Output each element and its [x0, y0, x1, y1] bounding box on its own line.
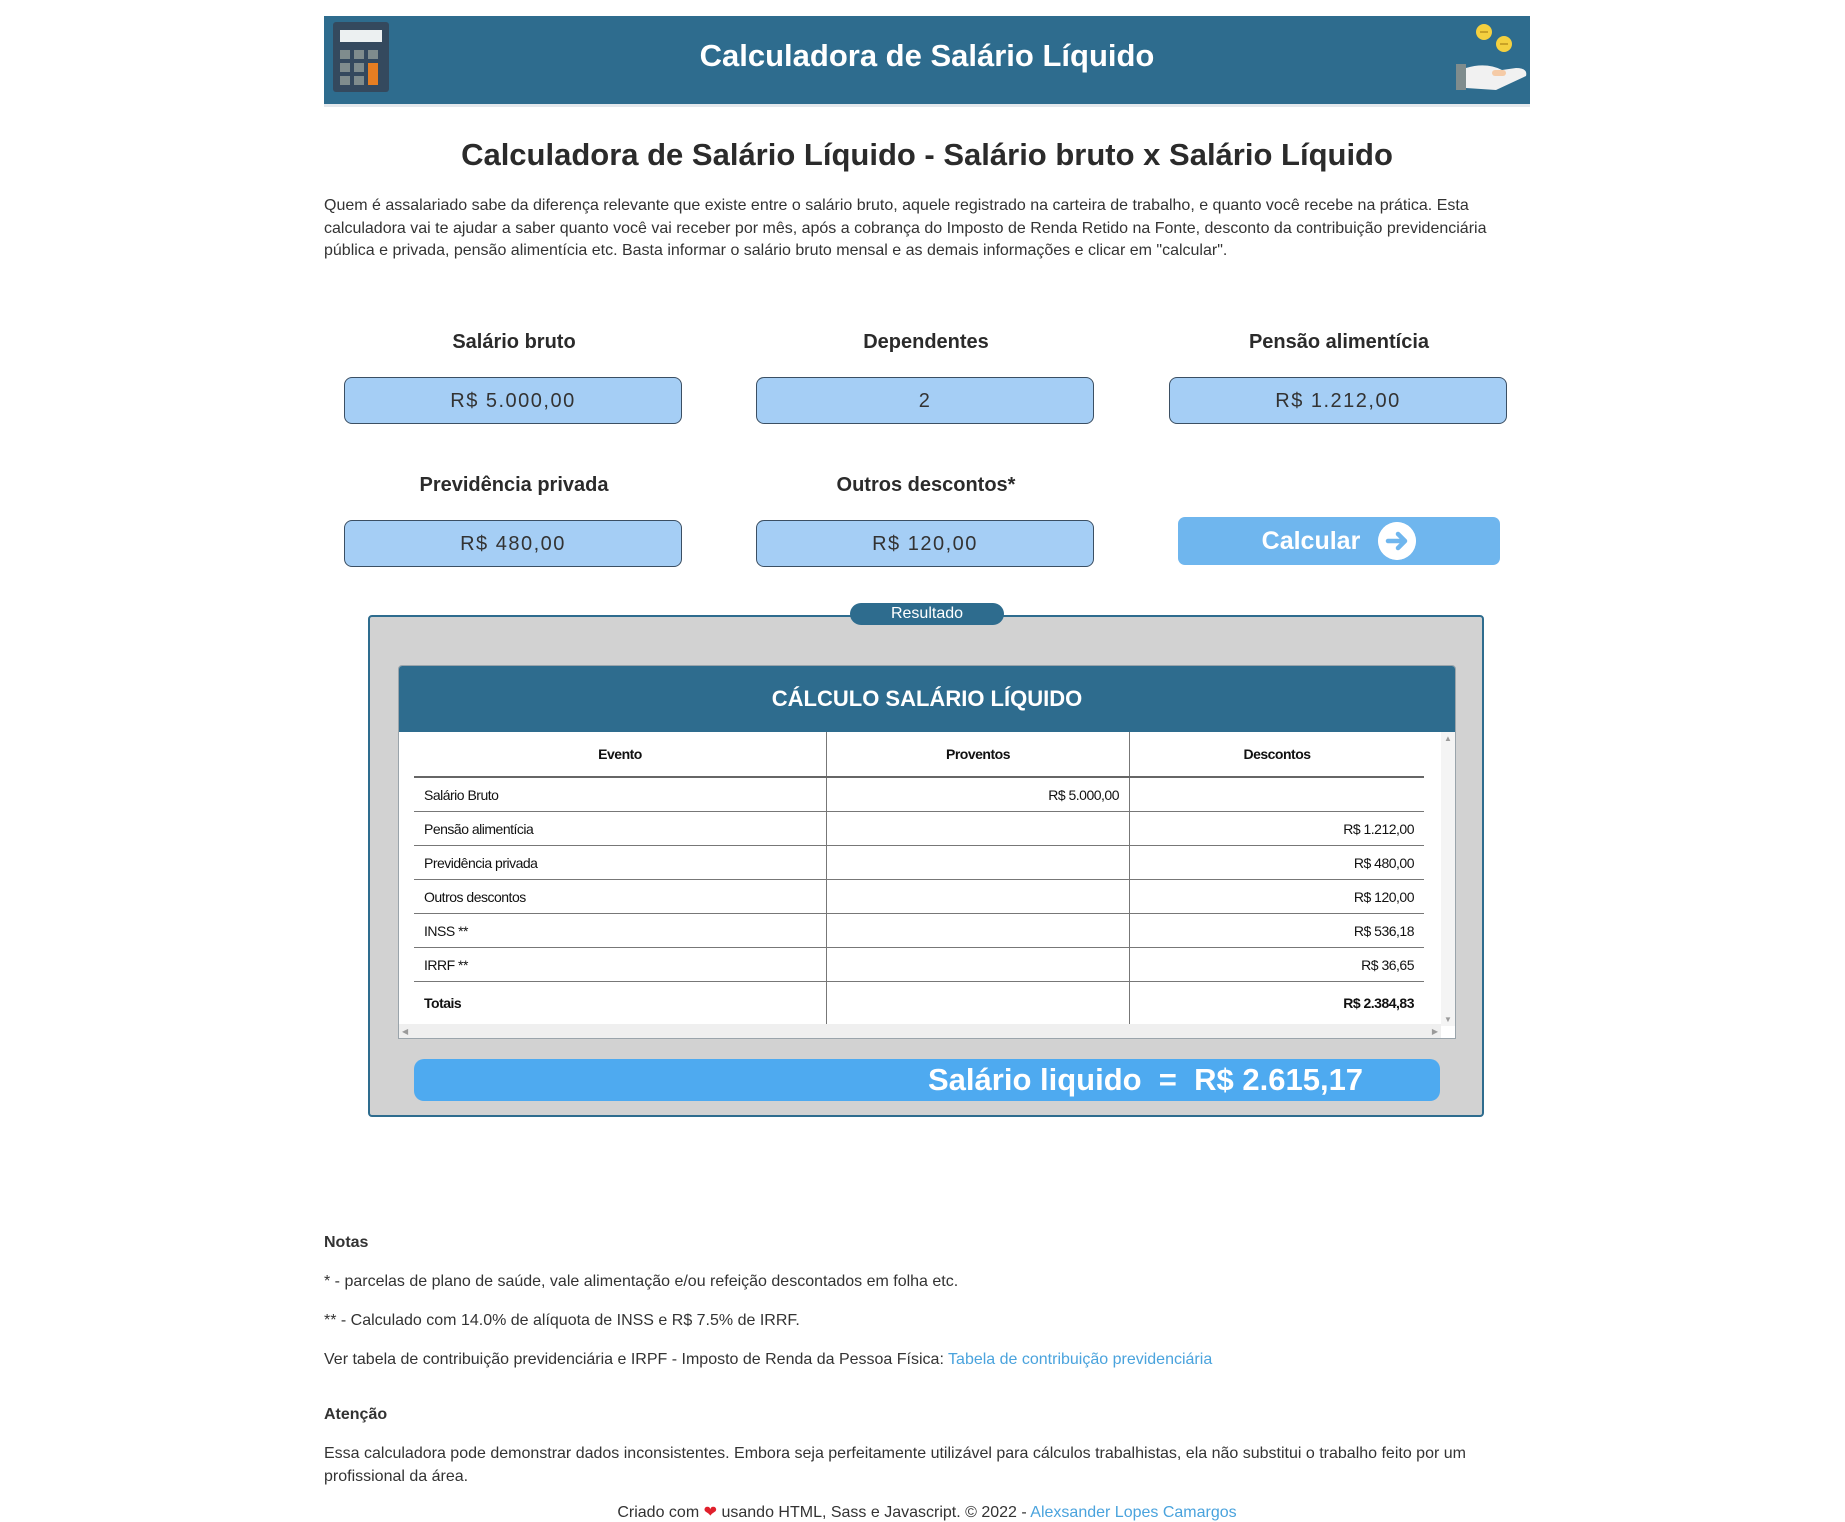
field-pensao: Pensão alimentícia R$ 1.212,00 — [1169, 331, 1509, 424]
previdencia-input[interactable]: R$ 480,00 — [344, 520, 682, 567]
row-evento: Outros descontos — [414, 879, 827, 914]
row-proventos: R$ 5.000,00 — [826, 777, 1130, 812]
author-link[interactable]: Alexsander Lopes Camargos — [1030, 1504, 1236, 1521]
scroll-right-icon[interactable]: ▶ — [1432, 1027, 1438, 1036]
net-salary-bar: Salário liquido = R$ 2.615,17 — [414, 1059, 1440, 1101]
scroll-up-icon[interactable]: ▲ — [1444, 734, 1452, 743]
column-header-proventos: Proventos — [826, 732, 1130, 778]
table-row: Previdência privada R$ 480,00 — [414, 845, 1424, 880]
footer-prefix: Criado com — [617, 1504, 700, 1521]
table-row: INSS ** R$ 536,18 — [414, 913, 1424, 948]
field-outros-descontos: Outros descontos* R$ 120,00 — [756, 474, 1096, 567]
calcular-button[interactable]: Calcular — [1178, 517, 1500, 565]
note-2: ** - Calculado com 14.0% de alíquota de … — [324, 1312, 800, 1329]
result-table-title: CÁLCULO SALÁRIO LÍQUIDO — [399, 666, 1455, 732]
column-header-descontos: Descontos — [1129, 732, 1424, 778]
row-proventos — [826, 811, 1130, 846]
note-3: Ver tabela de contribuição previdenciári… — [324, 1348, 1530, 1371]
row-descontos — [1129, 777, 1424, 812]
pensao-label: Pensão alimentícia — [1248, 331, 1430, 353]
row-evento: Pensão alimentícia — [414, 811, 827, 846]
totals-descontos: R$ 2.384,83 — [1129, 981, 1424, 1024]
note-1: * - parcelas de plano de saúde, vale ali… — [324, 1273, 959, 1290]
footer-suffix: usando HTML, Sass e Javascript. © 2022 - — [721, 1504, 1027, 1521]
heart-icon: ❤ — [703, 1504, 718, 1521]
header-title: Calculadora de Salário Líquido — [699, 38, 1155, 73]
table-row: Salário Bruto R$ 5.000,00 — [414, 777, 1424, 812]
row-proventos — [826, 947, 1130, 982]
attention-heading: Atenção — [324, 1406, 388, 1423]
table-row: Outros descontos R$ 120,00 — [414, 879, 1424, 914]
vertical-scrollbar[interactable]: ▲ ▼ — [1441, 732, 1455, 1026]
totals-row: Totais R$ 2.384,83 — [414, 981, 1424, 1024]
row-proventos — [826, 913, 1130, 948]
result-table-card: CÁLCULO SALÁRIO LÍQUIDO Evento Proventos… — [398, 665, 1456, 1039]
outros-descontos-label: Outros descontos* — [836, 474, 1016, 496]
salario-bruto-input[interactable]: R$ 5.000,00 — [344, 377, 682, 424]
footer: Criado com ❤ usando HTML, Sass e Javascr… — [324, 1502, 1530, 1522]
row-evento: Previdência privada — [414, 845, 827, 880]
page-title: Calculadora de Salário Líquido - Salário… — [461, 137, 1393, 172]
salario-bruto-label: Salário bruto — [452, 331, 576, 353]
totals-label: Totais — [424, 995, 462, 1011]
app-header: Calculadora de Salário Líquido — [324, 16, 1530, 107]
field-previdencia: Previdência privada R$ 480,00 — [344, 474, 684, 567]
dependentes-input[interactable]: 2 — [756, 377, 1094, 424]
hand-coins-icon — [1456, 24, 1527, 90]
column-header-evento: Evento — [414, 732, 827, 778]
dependentes-label: Dependentes — [863, 331, 989, 353]
result-legend: Resultado — [850, 603, 1004, 625]
table-row: IRRF ** R$ 36,65 — [414, 947, 1424, 982]
row-evento: INSS ** — [414, 913, 827, 948]
attention-text: Essa calculadora pode demonstrar dados i… — [324, 1445, 1466, 1485]
table-row: Pensão alimentícia R$ 1.212,00 — [414, 811, 1424, 846]
row-descontos: R$ 1.212,00 — [1129, 811, 1424, 846]
outros-descontos-input[interactable]: R$ 120,00 — [756, 520, 1094, 567]
scroll-down-icon[interactable]: ▼ — [1444, 1015, 1452, 1024]
row-descontos: R$ 120,00 — [1129, 879, 1424, 914]
result-table: Evento Proventos Descontos Salário Bruto… — [414, 732, 1424, 1024]
pensao-input[interactable]: R$ 1.212,00 — [1169, 377, 1507, 424]
horizontal-scrollbar[interactable]: ◀ ▶ — [399, 1024, 1441, 1038]
contribution-table-link[interactable]: Tabela de contribuição previdenciária — [948, 1351, 1212, 1368]
field-dependentes: Dependentes 2 — [756, 331, 1096, 424]
result-panel: CÁLCULO SALÁRIO LÍQUIDO Evento Proventos… — [368, 615, 1484, 1117]
row-descontos: R$ 536,18 — [1129, 913, 1424, 948]
calcular-label: Calcular — [1261, 526, 1361, 555]
intro-text: Quem é assalariado sabe da diferença rel… — [324, 197, 1487, 259]
row-descontos: R$ 480,00 — [1129, 845, 1424, 880]
scroll-left-icon[interactable]: ◀ — [402, 1027, 408, 1036]
row-proventos — [826, 845, 1130, 880]
row-descontos: R$ 36,65 — [1129, 947, 1424, 982]
totals-proventos — [826, 981, 1130, 1024]
field-salario-bruto: Salário bruto R$ 5.000,00 — [344, 331, 684, 424]
net-salary-text: Salário liquido = R$ 2.615,17 — [928, 1062, 1364, 1097]
row-evento: IRRF ** — [414, 947, 827, 982]
table-header-row: Evento Proventos Descontos — [414, 732, 1424, 778]
arrow-right-icon — [1378, 522, 1417, 560]
notes-heading: Notas — [324, 1234, 369, 1251]
row-evento: Salário Bruto — [414, 777, 827, 812]
previdencia-label: Previdência privada — [419, 474, 609, 496]
note-3-text: Ver tabela de contribuição previdenciári… — [324, 1351, 949, 1368]
row-proventos — [826, 879, 1130, 914]
